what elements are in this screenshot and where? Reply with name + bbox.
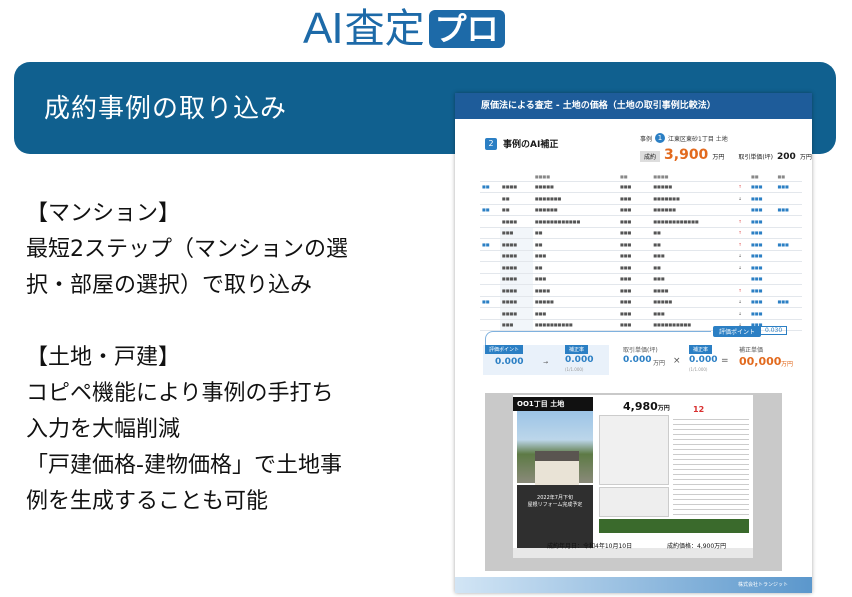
flyer-notice-date: 2022年7月下旬	[537, 495, 573, 501]
land-line-2: 入力を大幅削減	[26, 417, 181, 442]
flyer-notice-text: 屋根リフォーム完成予定	[527, 502, 583, 508]
description-text: 【マンション】 最短2ステップ（マンションの選 択・部屋の選択）で取り込み 【土…	[26, 196, 436, 520]
case-place: 江東区東砂1丁目 土地	[668, 135, 728, 143]
calc-unit-unit: 万円	[653, 360, 666, 367]
status-tag: 成約	[640, 151, 661, 162]
flyer-price: 4,980万円	[623, 400, 670, 413]
company-name: 株式会社トランジット	[737, 582, 788, 588]
logo-kanji-text: 査定	[344, 6, 425, 52]
calc-final-label: 補正単価	[739, 347, 764, 354]
calc-unit-value: 0.000	[623, 355, 652, 365]
case-label: 事例	[640, 135, 653, 143]
section-heading: 2 事例のAI補正	[485, 137, 558, 150]
calc-corr2-label: 補正率	[689, 345, 713, 354]
land-line-3: 「戸建価格-建物価格」で土地事	[26, 453, 342, 478]
flyer-price-unit: 万円	[657, 405, 670, 412]
multiply-icon: ×	[673, 356, 681, 366]
contract-price: 成約価格：4,900万円	[667, 543, 727, 550]
mansion-line-1: 最短2ステップ（マンションの選	[26, 237, 348, 262]
calc-final-unit: 万円	[781, 361, 794, 368]
flyer-page: OO1丁目 土地 2022年7月下旬 屋根リフォーム完成予定 4,980万円 1…	[513, 395, 753, 558]
case-price: 成約 3,900 万円 取引単価(坪) 200 万円	[640, 147, 812, 163]
case-number: 1	[655, 133, 666, 143]
case-info: 事例 1 江東区東砂1丁目 土地	[640, 133, 728, 143]
case-price-value: 3,900	[664, 147, 709, 163]
equals-icon: =	[721, 356, 729, 366]
calc-corr2-sub: (1/1.000)	[689, 367, 708, 372]
house-photo	[517, 411, 593, 493]
floor-plan	[599, 415, 669, 485]
calc-unit-label: 取引単価(坪)	[623, 347, 658, 354]
land-line-1: コピペ機能により事例の手打ち	[26, 381, 334, 406]
correction-calc: 評価ポイント 0.000 → 補正率 0.000 (1/1.000) 取引単価(…	[483, 343, 803, 383]
calc-eval-value: 0.000	[495, 357, 524, 367]
unit-price-unit: 万円	[799, 154, 812, 161]
flyer-badge: 12	[693, 405, 705, 414]
logo-ai-text: AI	[303, 4, 344, 53]
eval-point-value: 0.030	[760, 326, 788, 335]
land-line-4: 例を生成することも可能	[26, 489, 269, 514]
flyer-details	[673, 415, 749, 515]
page-title: 成約事例の取り込み	[44, 94, 288, 124]
case-price-unit: 万円	[712, 154, 725, 161]
map-thumbnail	[599, 487, 669, 517]
land-heading: 【土地・戸建】	[26, 345, 181, 370]
arrow-icon: →	[543, 359, 549, 366]
comparison-table: ■■■■ ■■ ■■■■ ■■ ■■ ■■ ■■■■ ■■■■■ ■■■ ■■■■■ ↑ ■■■ ■■…	[480, 173, 802, 331]
unit-price-value: 200	[777, 152, 796, 162]
calc-eval-label: 評価ポイント	[485, 345, 524, 354]
calc-corr2-value: 0.000	[689, 355, 718, 365]
property-flyer: OO1丁目 土地 2022年7月下旬 屋根リフォーム完成予定 4,980万円 1…	[485, 393, 782, 571]
calc-corr-value: 0.000	[565, 355, 594, 365]
report-thumbnail: 原価法による査定 - 土地の価格（土地の取引事例比較法） 2 事例のAI補正 事…	[455, 93, 812, 593]
section-title: 事例のAI補正	[503, 140, 559, 150]
app-logo: AI 査定 プロ	[303, 6, 505, 52]
eval-point-badge: 評価ポイント	[713, 326, 762, 337]
calc-final-value: 00,000	[739, 355, 782, 368]
report-header: 原価法による査定 - 土地の価格（土地の取引事例比較法）	[455, 93, 812, 119]
flyer-title: OO1丁目 土地	[513, 397, 593, 411]
contract-date: 成約年月日：令和4年10月10日	[547, 543, 633, 550]
calc-corr-sub: (1/1.000)	[565, 367, 584, 372]
report-footer: 株式会社トランジット	[455, 577, 812, 593]
unit-price-label: 取引単価(坪)	[738, 154, 774, 161]
flyer-price-value: 4,980	[623, 400, 658, 413]
logo-pro-badge: プロ	[428, 10, 505, 48]
mansion-heading: 【マンション】	[26, 201, 181, 226]
flyer-bar	[599, 519, 749, 533]
mansion-line-2: 択・部屋の選択）で取り込み	[26, 273, 313, 298]
calc-corr-label: 補正率	[565, 345, 589, 354]
section-number: 2	[485, 137, 497, 150]
